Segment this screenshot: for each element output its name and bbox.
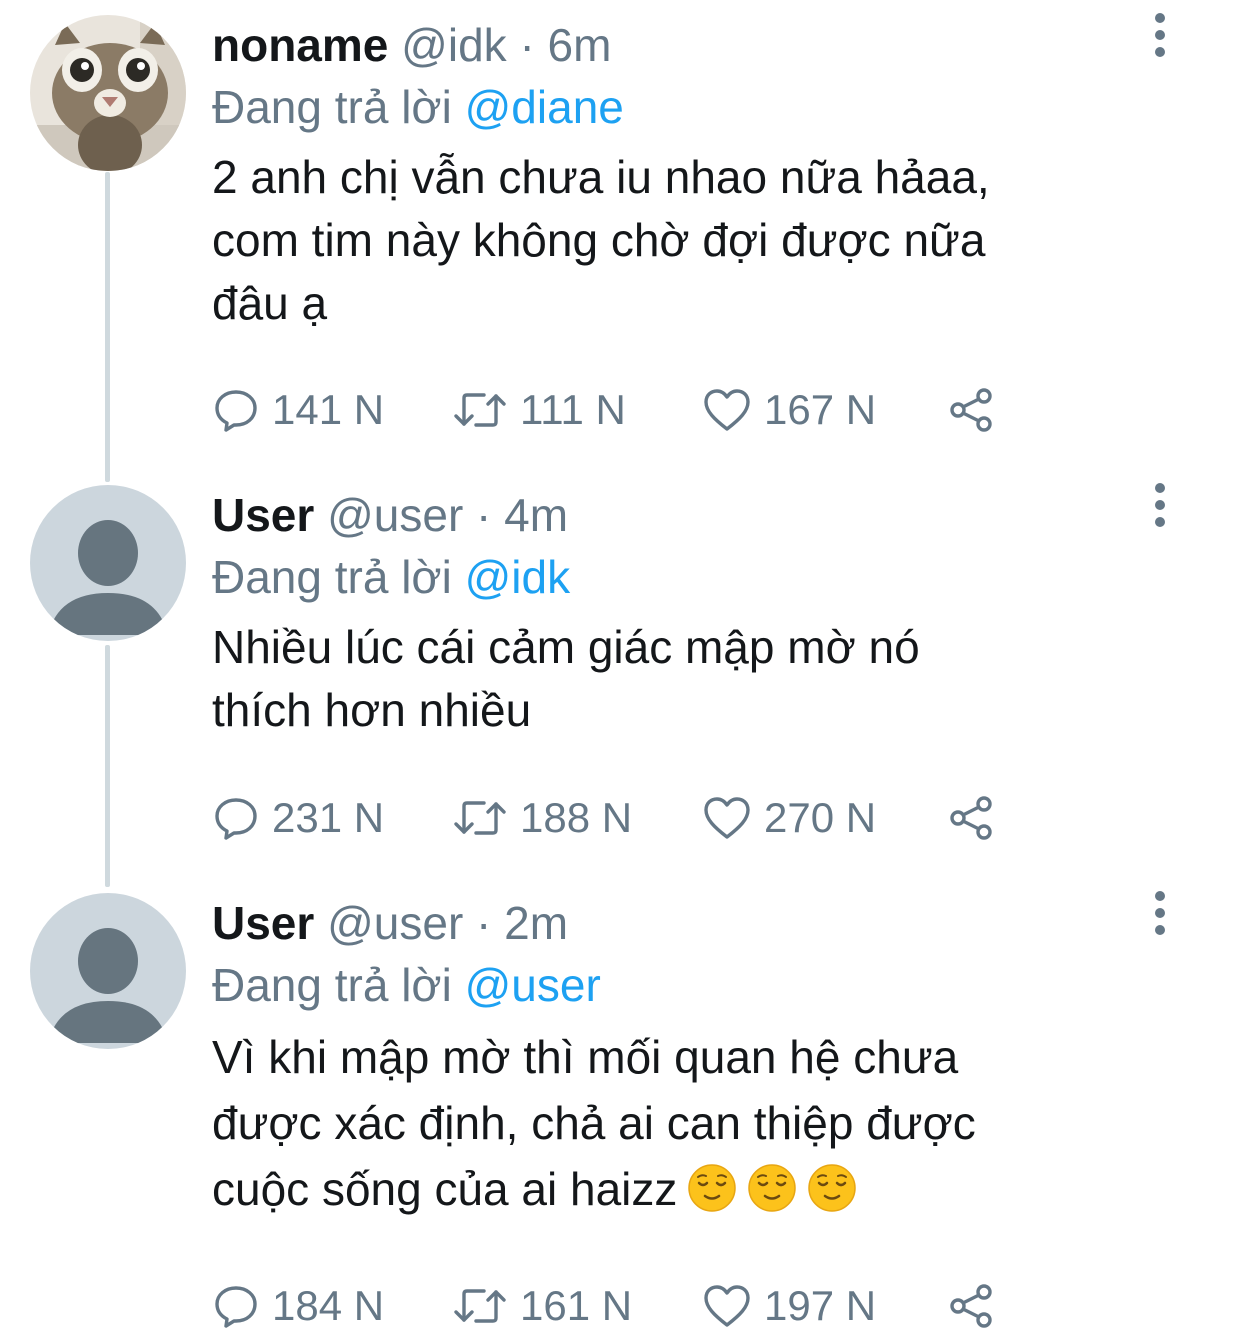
tweet[interactable]: User @user · 2m Đang trả lời @user Vì kh…: [0, 878, 1242, 1341]
retweet-count: 161 N: [520, 1282, 633, 1329]
like-button[interactable]: 270 N: [702, 788, 876, 848]
retweet-icon: [454, 1289, 506, 1323]
timestamp[interactable]: 4m: [504, 489, 568, 541]
retweet-button[interactable]: 188 N: [452, 788, 632, 848]
share-icon: [950, 1284, 992, 1328]
reply-prefix: Đang trả lời: [212, 551, 452, 603]
heart-icon: [704, 1285, 750, 1327]
retweet-icon: [454, 801, 506, 835]
display-name[interactable]: User: [212, 489, 314, 541]
like-count: 167 N: [764, 386, 877, 433]
separator-dot: ·: [476, 489, 492, 541]
reply-button[interactable]: 184 N: [212, 1276, 384, 1336]
heart-icon: [704, 389, 750, 431]
reply-count: 231 N: [272, 794, 385, 841]
reply-button[interactable]: 231 N: [212, 788, 384, 848]
tweet-header: User @user · 4m: [212, 484, 1142, 546]
reply-prefix: Đang trả lời: [212, 959, 452, 1011]
retweet-button[interactable]: 111 N: [452, 380, 626, 440]
display-name[interactable]: noname: [212, 19, 388, 71]
reply-mention-link[interactable]: @diane: [465, 81, 624, 133]
more-vertical-icon[interactable]: [1150, 482, 1170, 528]
tweet-content: User @user · 2m Đang trả lời @user Vì kh…: [212, 878, 1142, 1222]
retweet-count: 188 N: [520, 794, 633, 841]
reply-mention-link[interactable]: @idk: [465, 551, 571, 603]
relieved-face-emoji: [808, 1164, 857, 1212]
relieved-face-emoji: [748, 1164, 797, 1212]
tweet-text-body: Vì khi mập mờ thì mối quan hệ chưa được …: [212, 1031, 976, 1215]
like-count: 270 N: [764, 794, 877, 841]
avatar[interactable]: [30, 15, 186, 171]
tweet-text: Nhiều lúc cái cảm giác mập mờ nó thích h…: [212, 621, 920, 736]
share-button[interactable]: [946, 380, 996, 440]
separator-dot: ·: [476, 897, 492, 949]
like-count: 197 N: [764, 1282, 877, 1329]
tweet-actions: 231 N 188 N 270 N: [212, 788, 1032, 848]
relieved-face-emoji: [688, 1164, 737, 1212]
like-button[interactable]: 197 N: [702, 1276, 876, 1336]
reply-mention-link[interactable]: @user: [465, 959, 601, 1011]
reply-bubble-icon: [215, 798, 257, 840]
reply-context: Đang trả lời @user: [212, 954, 1142, 1016]
reply-bubble-icon: [215, 390, 257, 432]
handle[interactable]: @user: [327, 489, 463, 541]
reply-context: Đang trả lời @diane: [212, 76, 1142, 138]
default-user-avatar-icon: [30, 485, 186, 641]
avatar[interactable]: [30, 893, 186, 1049]
more-vertical-icon[interactable]: [1150, 890, 1170, 936]
reply-count: 141 N: [272, 386, 385, 433]
separator-dot: ·: [519, 19, 535, 71]
share-button[interactable]: [946, 1276, 996, 1336]
display-name[interactable]: User: [212, 897, 314, 949]
like-button[interactable]: 167 N: [702, 380, 876, 440]
heart-icon: [704, 797, 750, 839]
reply-prefix: Đang trả lời: [212, 81, 452, 133]
timestamp[interactable]: 6m: [548, 19, 612, 71]
tweet[interactable]: User @user · 4m Đang trả lời @idk Nhiều …: [0, 470, 1242, 870]
reply-context: Đang trả lời @idk: [212, 546, 1142, 608]
default-user-avatar-icon: [30, 893, 186, 1049]
timestamp[interactable]: 2m: [504, 897, 568, 949]
reply-count: 184 N: [272, 1282, 385, 1329]
share-button[interactable]: [946, 788, 996, 848]
reply-button[interactable]: 141 N: [212, 380, 384, 440]
share-icon: [950, 388, 992, 432]
more-vertical-icon[interactable]: [1150, 12, 1170, 58]
retweet-count: 111 N: [520, 386, 626, 433]
tweet-content: User @user · 4m Đang trả lời @idk Nhiều …: [212, 470, 1142, 742]
retweet-icon: [454, 393, 506, 427]
share-icon: [950, 796, 992, 840]
tweet-content: noname @idk · 6m Đang trả lời @diane 2 a…: [212, 0, 1142, 335]
retweet-button[interactable]: 161 N: [452, 1276, 632, 1336]
tweet-header: User @user · 2m: [212, 892, 1142, 954]
tweet[interactable]: noname @idk · 6m Đang trả lời @diane 2 a…: [0, 0, 1242, 460]
avatar[interactable]: [30, 485, 186, 641]
handle[interactable]: @user: [327, 897, 463, 949]
handle[interactable]: @idk: [401, 19, 507, 71]
reply-bubble-icon: [215, 1286, 257, 1328]
tweet-text: Vì khi mập mờ thì mối quan hệ chưa được …: [212, 1024, 1142, 1222]
cat-avatar-image: [30, 15, 186, 171]
tweet-actions: 141 N 111 N 167 N: [212, 380, 1032, 440]
tweet-actions: 184 N 161 N 197 N: [212, 1276, 1032, 1336]
tweet-text: 2 anh chị vẫn chưa iu nhao nữa hảaa, com…: [212, 151, 990, 329]
tweet-header: noname @idk · 6m: [212, 14, 1142, 76]
